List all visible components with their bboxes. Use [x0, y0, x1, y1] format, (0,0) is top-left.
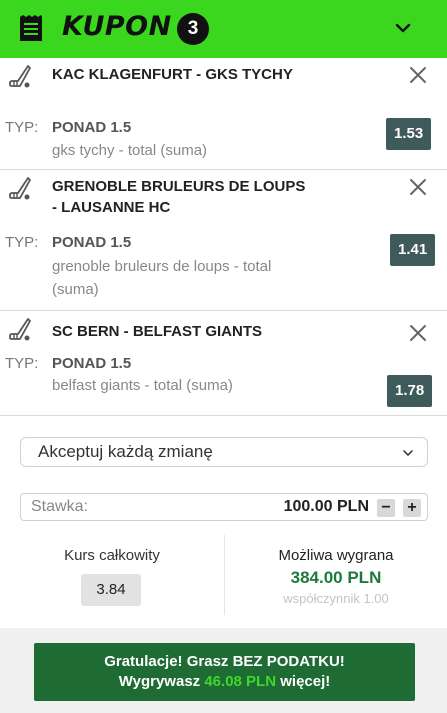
stake-field[interactable]: Stawka: 100.00 PLN − +	[20, 493, 428, 521]
promo-line-2: Wygrywasz 46.08 PLN więcej!	[34, 672, 415, 692]
close-icon[interactable]	[408, 323, 428, 343]
bet-pick: PONAD 1.5	[52, 355, 132, 372]
bet-odd[interactable]: 1.41	[390, 234, 436, 266]
bet-item: GRENOBLE BRULEURS DE LOUPS - LAUSANNE HC…	[0, 170, 447, 311]
accept-changes-select[interactable]: Akceptuj każdą zmianę	[20, 437, 428, 467]
possible-win-value: 384.00 PLN	[290, 568, 382, 587]
bet-description: gks tychy - total (suma)	[52, 142, 208, 159]
close-icon[interactable]	[408, 177, 428, 197]
stake-amount[interactable]: 100.00 PLN	[284, 498, 369, 516]
receipt-icon	[18, 15, 44, 43]
total-odds-value: 3.84	[81, 574, 141, 606]
bet-odd[interactable]: 1.78	[387, 375, 433, 407]
hockey-stick-icon	[8, 176, 34, 202]
coupon-title: KUPON	[62, 11, 172, 42]
coupon-count-badge: 3	[177, 13, 209, 45]
possible-win-label: Możliwa wygrana	[278, 547, 394, 564]
hockey-stick-icon	[8, 317, 34, 343]
bet-item: SC BERN - BELFAST GIANTS TYP: PONAD 1.5 …	[0, 311, 447, 416]
promo-line-1: Gratulacje! Grasz BEZ PODATKU!	[104, 653, 345, 670]
bet-type-label: TYP:	[5, 119, 39, 136]
chevron-down-icon[interactable]	[392, 17, 414, 39]
stake-decrease-button[interactable]: −	[377, 499, 395, 517]
total-odds-label: Kurs całkowity	[64, 547, 160, 564]
coupon-header[interactable]: KUPON 3	[0, 0, 447, 58]
bet-match-name: SC BERN - BELFAST GIANTS	[52, 323, 263, 340]
tax-free-promo-button[interactable]: Gratulacje! Grasz BEZ PODATKU! Wygrywasz…	[34, 643, 415, 701]
accept-changes-value: Akceptuj każdą zmianę	[38, 442, 213, 461]
bet-odd[interactable]: 1.53	[386, 118, 432, 150]
stake-increase-button[interactable]: +	[403, 499, 421, 517]
chevron-down-icon	[401, 446, 415, 460]
coefficient-text: współczynnik 1.00	[283, 591, 389, 606]
footer: Gratulacje! Grasz BEZ PODATKU! Wygrywasz…	[0, 628, 447, 713]
bet-type-label: TYP:	[5, 234, 39, 251]
hockey-stick-icon	[8, 64, 34, 90]
promo-amount: 46.08 PLN	[204, 673, 277, 690]
bet-pick: PONAD 1.5	[52, 234, 132, 251]
bet-match-name: GRENOBLE BRULEURS DE LOUPS - LAUSANNE HC	[52, 178, 306, 216]
promo-suffix: więcej!	[280, 673, 331, 690]
bet-match-name: KAC KLAGENFURT - GKS TYCHY	[52, 66, 293, 83]
promo-prefix: Wygrywasz	[118, 673, 201, 690]
close-icon[interactable]	[408, 65, 428, 85]
bet-description: grenoble bruleurs de loups - total (suma…	[52, 258, 272, 298]
bet-description: belfast giants - total (suma)	[52, 377, 233, 394]
stake-label: Stawka:	[31, 498, 88, 515]
bet-item: KAC KLAGENFURT - GKS TYCHY TYP: PONAD 1.…	[0, 58, 447, 170]
bet-pick: PONAD 1.5	[52, 119, 132, 136]
bet-type-label: TYP:	[5, 355, 39, 372]
